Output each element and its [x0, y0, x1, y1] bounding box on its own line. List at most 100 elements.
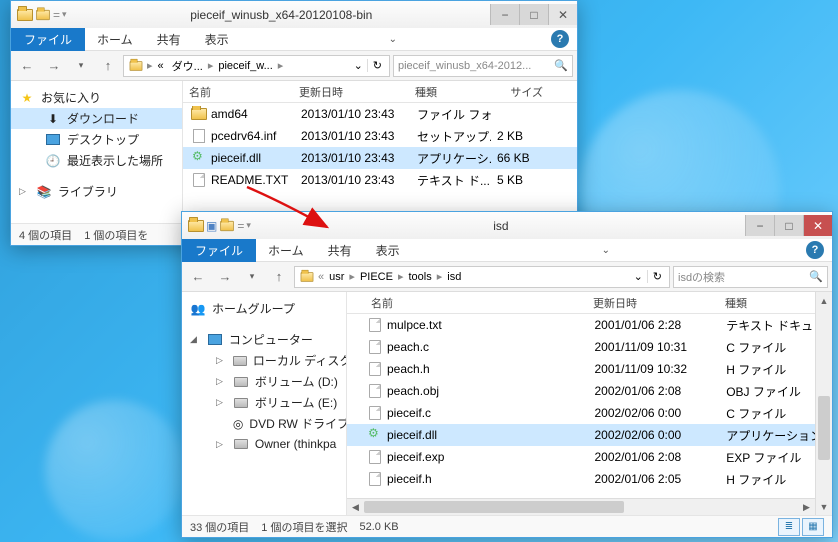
- expand-icon[interactable]: ▷: [216, 376, 223, 387]
- expand-icon[interactable]: ▷: [216, 439, 223, 450]
- search-input[interactable]: pieceif_winusb_x64-2012... 🔍: [393, 55, 573, 77]
- nav-desktop[interactable]: デスクトップ: [11, 129, 182, 150]
- scrollbar-thumb[interactable]: [818, 396, 830, 460]
- qat-props-icon[interactable]: ▣: [206, 219, 217, 233]
- help-button[interactable]: ?: [551, 30, 569, 48]
- nav-recent[interactable]: 🕘最近表示した場所: [11, 150, 182, 171]
- qat-dropdown-icon[interactable]: ▾: [246, 220, 251, 231]
- col-date[interactable]: 更新日時: [293, 84, 409, 100]
- nav-computer[interactable]: ◢コンピューター: [182, 329, 346, 350]
- nav-downloads[interactable]: ⬇ダウンロード: [11, 108, 182, 129]
- col-date[interactable]: 更新日時: [587, 295, 719, 311]
- scrollbar-horizontal[interactable]: ◀ ▶: [347, 498, 815, 515]
- breadcrumb-seg[interactable]: pieceif_w...: [214, 60, 276, 72]
- expand-icon[interactable]: ▷: [216, 397, 223, 408]
- column-headers[interactable]: 名前 更新日時 種類: [347, 292, 815, 314]
- expand-icon[interactable]: ▷: [19, 186, 26, 197]
- titlebar[interactable]: = ▾ pieceif_winusb_x64-20120108-bin − □ …: [11, 1, 577, 28]
- column-headers[interactable]: 名前 更新日時 種類 サイズ: [183, 81, 577, 103]
- refresh-button[interactable]: ↻: [367, 59, 387, 72]
- chevron-left-icon[interactable]: «: [318, 271, 324, 283]
- search-input[interactable]: isdの検索 🔍: [673, 266, 828, 288]
- col-size[interactable]: サイズ: [489, 84, 549, 100]
- breadcrumb-overflow[interactable]: «: [154, 60, 168, 72]
- nav-drive-e[interactable]: ▷ボリューム (E:): [182, 392, 346, 413]
- minimize-button[interactable]: −: [745, 215, 774, 236]
- breadcrumb-seg[interactable]: ダウ...: [168, 58, 207, 74]
- table-row[interactable]: pieceif.c2002/02/06 0:00C ファイル: [347, 402, 815, 424]
- table-row[interactable]: pieceif.dll2013/01/10 23:43アプリケーシ...66 K…: [183, 147, 577, 169]
- expand-icon[interactable]: ▷: [216, 355, 223, 366]
- tab-view[interactable]: 表示: [193, 31, 241, 48]
- breadcrumb-seg[interactable]: isd: [443, 271, 465, 283]
- tab-share[interactable]: 共有: [145, 31, 193, 48]
- scroll-down-icon[interactable]: ▼: [816, 498, 832, 515]
- table-row[interactable]: peach.c2001/11/09 10:31C ファイル: [347, 336, 815, 358]
- table-row[interactable]: pcedrv64.inf2013/01/10 23:43セットアップ...2 K…: [183, 125, 577, 147]
- chevron-right-icon[interactable]: ▸: [147, 59, 153, 72]
- nav-drive-c[interactable]: ▷ローカル ディスク (C: [182, 350, 346, 371]
- breadcrumb-dropdown[interactable]: ⌄: [630, 270, 647, 283]
- col-name[interactable]: 名前: [183, 84, 293, 100]
- table-row[interactable]: peach.obj2002/01/06 2:08OBJ ファイル: [347, 380, 815, 402]
- history-dropdown[interactable]: ▾: [69, 54, 93, 78]
- table-row[interactable]: pieceif.dll2002/02/06 0:00アプリケーション: [347, 424, 815, 446]
- table-row[interactable]: peach.h2001/11/09 10:32H ファイル: [347, 358, 815, 380]
- col-kind[interactable]: 種類: [409, 84, 489, 100]
- back-button[interactable]: ←: [15, 54, 39, 78]
- nav-homegroup[interactable]: 👥ホームグループ: [182, 298, 346, 319]
- file-list[interactable]: amd642013/01/10 23:43ファイル フォ...pcedrv64.…: [183, 103, 577, 191]
- scroll-right-icon[interactable]: ▶: [798, 499, 815, 515]
- view-icons-button[interactable]: ▦: [802, 518, 824, 536]
- ribbon-expand-icon[interactable]: ⌄: [602, 245, 610, 256]
- refresh-button[interactable]: ↻: [647, 270, 667, 283]
- table-row[interactable]: README.TXT2013/01/10 23:43テキスト ド...5 KB: [183, 169, 577, 191]
- help-button[interactable]: ?: [806, 241, 824, 259]
- chevron-right-icon[interactable]: ▸: [278, 59, 284, 72]
- forward-button[interactable]: →: [42, 54, 66, 78]
- tab-view[interactable]: 表示: [364, 242, 412, 259]
- collapse-icon[interactable]: ◢: [190, 334, 197, 345]
- maximize-button[interactable]: □: [774, 215, 803, 236]
- tab-share[interactable]: 共有: [316, 242, 364, 259]
- close-button[interactable]: ✕: [803, 215, 832, 236]
- history-dropdown[interactable]: ▾: [240, 265, 264, 289]
- chevron-right-icon[interactable]: ▸: [437, 270, 443, 283]
- table-row[interactable]: pieceif.h2002/01/06 2:05H ファイル: [347, 468, 815, 490]
- ribbon-expand-icon[interactable]: ⌄: [389, 34, 397, 45]
- scrollbar-thumb[interactable]: [364, 501, 624, 513]
- chevron-right-icon[interactable]: ▸: [349, 270, 355, 283]
- tab-home[interactable]: ホーム: [85, 31, 145, 48]
- nav-library[interactable]: ▷📚ライブラリ: [11, 181, 182, 202]
- nav-network-location[interactable]: ▷Owner (thinkpa: [182, 434, 346, 454]
- breadcrumb[interactable]: ▸ « ダウ... ▸ pieceif_w... ▸ ⌄ ↻: [123, 55, 390, 77]
- nav-dvd[interactable]: ▷◎DVD RW ドライブ: [182, 413, 346, 434]
- breadcrumb-dropdown[interactable]: ⌄: [350, 59, 367, 72]
- table-row[interactable]: pieceif.exp2002/01/06 2:08EXP ファイル: [347, 446, 815, 468]
- table-row[interactable]: mulpce.txt2001/01/06 2:28テキスト ドキュ: [347, 314, 815, 336]
- col-name[interactable]: 名前: [347, 295, 587, 311]
- file-list[interactable]: mulpce.txt2001/01/06 2:28テキスト ドキュpeach.c…: [347, 314, 815, 498]
- up-button[interactable]: ↑: [267, 265, 291, 289]
- breadcrumb[interactable]: « usr ▸ PIECE ▸ tools ▸ isd ⌄ ↻: [294, 266, 670, 288]
- tab-home[interactable]: ホーム: [256, 242, 316, 259]
- close-button[interactable]: ✕: [548, 4, 577, 25]
- chevron-right-icon[interactable]: ▸: [208, 59, 214, 72]
- breadcrumb-seg[interactable]: usr: [325, 271, 348, 283]
- file-tab[interactable]: ファイル: [182, 239, 256, 262]
- file-tab[interactable]: ファイル: [11, 28, 85, 51]
- scroll-left-icon[interactable]: ◀: [347, 499, 364, 515]
- view-details-button[interactable]: ≣: [778, 518, 800, 536]
- breadcrumb-seg[interactable]: PIECE: [356, 271, 397, 283]
- col-kind[interactable]: 種類: [719, 295, 814, 311]
- qat-dropdown-icon[interactable]: ▾: [62, 9, 67, 20]
- minimize-button[interactable]: −: [490, 4, 519, 25]
- maximize-button[interactable]: □: [519, 4, 548, 25]
- nav-drive-d[interactable]: ▷ボリューム (D:): [182, 371, 346, 392]
- back-button[interactable]: ←: [186, 265, 210, 289]
- forward-button[interactable]: →: [213, 265, 237, 289]
- table-row[interactable]: amd642013/01/10 23:43ファイル フォ...: [183, 103, 577, 125]
- breadcrumb-seg[interactable]: tools: [404, 271, 435, 283]
- scroll-up-icon[interactable]: ▲: [816, 292, 832, 309]
- titlebar[interactable]: ▣ = ▾ isd − □ ✕: [182, 212, 832, 239]
